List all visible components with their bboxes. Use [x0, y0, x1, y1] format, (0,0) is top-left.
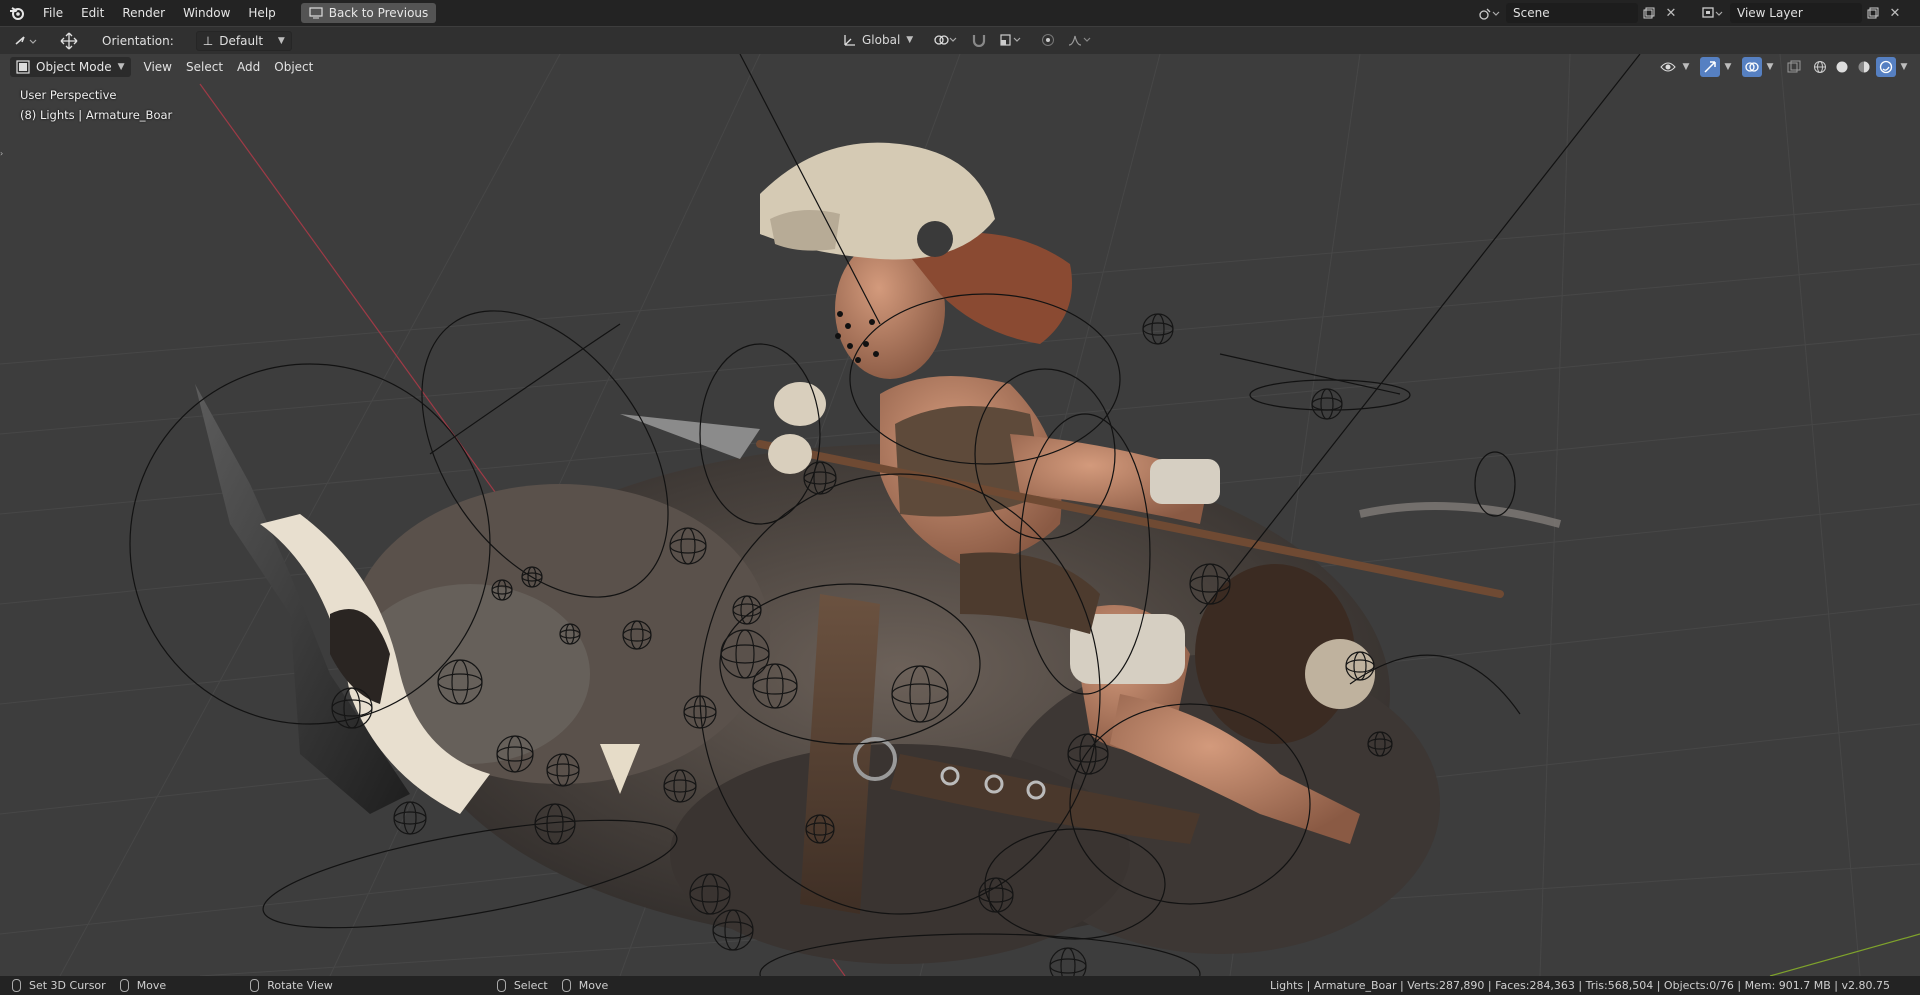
menu-select[interactable]: Select [179, 56, 230, 78]
rendered-shading-icon[interactable] [1876, 57, 1896, 77]
menu-file[interactable]: File [34, 0, 72, 26]
tool-header: Orientation: ⊥ Default ▼ Global ▼ [0, 27, 1920, 54]
top-bar: File Edit Render Window Help Back to Pre… [0, 0, 1920, 26]
viewport-header: Object Mode ▼ View Select Add Object [0, 54, 1920, 79]
visibility-eye-icon[interactable] [1658, 57, 1678, 77]
toolbar-expand-arrow[interactable]: › [0, 149, 6, 163]
magnet-icon [973, 35, 986, 47]
menu-object[interactable]: Object [267, 56, 320, 78]
editor-type-icon [15, 35, 37, 45]
transform-arrows-icon [60, 32, 78, 49]
chevron-down-icon[interactable]: ▼ [1722, 57, 1734, 77]
chevron-down-icon: ▼ [906, 35, 914, 45]
scene-selector-icon[interactable] [1472, 3, 1506, 23]
view-layer-selector-icon[interactable] [1696, 3, 1730, 23]
view-layer-name-field[interactable]: View Layer [1730, 3, 1862, 23]
status-hint-move-2: Move [561, 979, 609, 992]
scene-name-field[interactable]: Scene [1506, 3, 1638, 23]
chevron-down-icon: ▼ [277, 35, 285, 46]
proportional-falloff-dropdown[interactable] [1061, 30, 1099, 50]
status-hint-rotate: Rotate View [250, 979, 333, 992]
proportional-edit-toggle[interactable] [1035, 30, 1061, 50]
back-to-previous-button[interactable]: Back to Previous [300, 3, 437, 23]
orientation-icon: ⊥ [202, 33, 214, 48]
status-hint-set-cursor: Set 3D Cursor [12, 979, 106, 992]
menu-add[interactable]: Add [230, 56, 267, 78]
status-hint-label: Move [578, 979, 609, 992]
pivot-point-dropdown[interactable] [927, 30, 965, 50]
menu-help[interactable]: Help [239, 0, 284, 26]
xray-toggle-icon[interactable] [1784, 57, 1804, 77]
material-preview-shading-icon[interactable] [1854, 57, 1874, 77]
snap-target-dropdown[interactable] [993, 30, 1029, 50]
snap-increment-icon [1000, 34, 1021, 46]
falloff-curve-icon [1069, 35, 1091, 46]
gizmo-toggle-icon[interactable] [1700, 57, 1720, 77]
status-hint-label: Select [513, 979, 548, 992]
chevron-down-icon[interactable]: ▼ [1680, 57, 1692, 77]
mouse-left-icon [12, 979, 21, 992]
orientation-value: Default [219, 33, 264, 48]
new-scene-icon[interactable] [1638, 3, 1660, 23]
new-view-layer-icon[interactable] [1862, 3, 1884, 23]
mouse-middle-icon [250, 979, 260, 992]
chevron-down-icon: ▼ [117, 61, 125, 72]
screen-icon [309, 7, 323, 19]
menu-window[interactable]: Window [174, 0, 239, 26]
back-to-previous-label: Back to Previous [328, 6, 429, 20]
object-mode-label: Object Mode [36, 59, 112, 74]
mouse-drag-icon [119, 979, 129, 992]
orientation-dropdown[interactable]: ⊥ Default ▼ [195, 30, 292, 51]
blender-logo-icon[interactable] [0, 0, 34, 26]
object-mode-dropdown[interactable]: Object Mode ▼ [10, 56, 131, 77]
view-perspective-label: User Perspective [20, 88, 117, 102]
menu-edit[interactable]: Edit [72, 0, 113, 26]
solid-shading-icon[interactable] [1832, 57, 1852, 77]
move-tool-button[interactable] [52, 31, 86, 51]
shading-options-chevron-icon[interactable]: ▼ [1898, 57, 1910, 77]
collection-info-label: (8) Lights | Armature_Boar [20, 108, 173, 122]
editor-type-dropdown[interactable] [8, 31, 46, 51]
status-hint-move: Move [119, 979, 167, 992]
status-bar: Set 3D Cursor Move Rotate View Select Mo… [0, 976, 1920, 995]
transform-orientation-dropdown[interactable]: Global ▼ [836, 30, 919, 50]
delete-view-layer-icon[interactable]: ✕ [1884, 3, 1906, 23]
global-axes-icon [844, 35, 855, 46]
transform-space-value: Global [862, 33, 901, 47]
3d-viewport[interactable]: User Perspective (8) Lights | Armature_B… [0, 54, 1920, 976]
proportional-edit-icon [1042, 34, 1055, 46]
scene-statistics: Lights | Armature_Boar | Verts:287,890 |… [1269, 979, 1890, 992]
chevron-down-icon[interactable]: ▼ [1764, 57, 1776, 77]
menu-render[interactable]: Render [113, 0, 174, 26]
mouse-right-icon [496, 979, 506, 992]
delete-scene-icon[interactable]: ✕ [1660, 3, 1682, 23]
y-axis-line [1769, 933, 1920, 976]
viewport-shading-toolbar: ▼ ▼ ▼ ▼ [1658, 57, 1910, 77]
menu-view[interactable]: View [137, 56, 179, 78]
object-mode-icon [16, 59, 30, 74]
mouse-drag-icon [561, 979, 571, 992]
status-hint-label: Move [136, 979, 167, 992]
pivot-icon [934, 35, 957, 45]
status-hint-select: Select [496, 979, 548, 992]
orientation-label: Orientation: [102, 33, 174, 48]
status-hint-label: Rotate View [267, 979, 333, 992]
wireframe-shading-icon[interactable] [1810, 57, 1830, 77]
viewport-scene[interactable] [0, 54, 1920, 976]
status-hint-label: Set 3D Cursor [29, 979, 106, 992]
overlays-toggle-icon[interactable] [1742, 57, 1762, 77]
snap-toggle[interactable] [965, 30, 993, 50]
